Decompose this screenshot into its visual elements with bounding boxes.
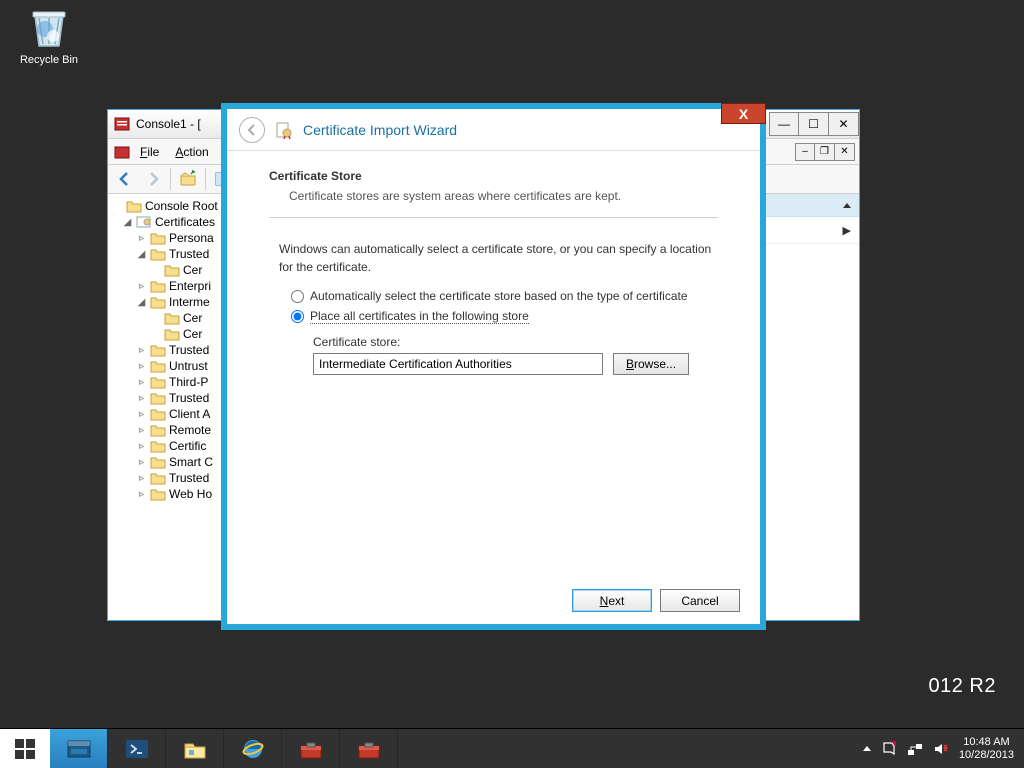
- taskbar-mmc1[interactable]: [282, 729, 340, 768]
- taskbar-server-manager[interactable]: [50, 729, 108, 768]
- system-tray[interactable]: 10:48 AM 10/28/2013: [853, 729, 1024, 768]
- mdi-minimize[interactable]: –: [795, 143, 815, 161]
- store-label: Certificate store:: [313, 335, 718, 349]
- radio-auto-input[interactable]: [291, 290, 304, 303]
- minimize-button[interactable]: —: [769, 112, 799, 136]
- menu-action[interactable]: Action: [169, 143, 214, 161]
- wizard-back-button[interactable]: [239, 117, 265, 143]
- next-button[interactable]: Next: [572, 589, 652, 612]
- collapse-icon: [843, 203, 851, 208]
- nav-forward-button[interactable]: [140, 167, 166, 191]
- taskbar-mmc2[interactable]: [340, 729, 398, 768]
- toolbox-icon: [355, 735, 383, 763]
- server-manager-icon: [65, 735, 93, 763]
- nav-back-button[interactable]: [112, 167, 138, 191]
- wizard-close-button[interactable]: X: [721, 103, 766, 124]
- os-watermark: 012 R2: [929, 675, 997, 698]
- radio-place-all[interactable]: Place all certificates in the following …: [269, 306, 718, 327]
- taskbar-ie[interactable]: [224, 729, 282, 768]
- maximize-button[interactable]: ☐: [799, 112, 829, 136]
- mdi-restore[interactable]: ❐: [815, 143, 835, 161]
- section-description: Windows can automatically select a certi…: [269, 240, 718, 276]
- wizard-body: Certificate Store Certificate stores are…: [227, 151, 760, 385]
- recycle-bin[interactable]: Recycle Bin: [14, 4, 84, 66]
- mmc-title-text: Console1 - [: [136, 117, 201, 131]
- taskbar: 10:48 AM 10/28/2013: [0, 728, 1024, 768]
- internet-explorer-icon: [239, 735, 267, 763]
- start-button[interactable]: [0, 729, 50, 768]
- taskbar-powershell[interactable]: [108, 729, 166, 768]
- radio-auto-select[interactable]: Automatically select the certificate sto…: [269, 286, 718, 306]
- recycle-bin-label: Recycle Bin: [20, 54, 78, 66]
- file-menu-icon: [114, 145, 130, 159]
- certificate-store-input[interactable]: [313, 353, 603, 375]
- tray-clock[interactable]: 10:48 AM 10/28/2013: [959, 736, 1014, 762]
- certificate-icon: [275, 121, 293, 139]
- mdi-close[interactable]: ✕: [835, 143, 855, 161]
- action-center-icon[interactable]: [881, 741, 897, 757]
- wizard-window: X Certificate Import Wizard Certificate …: [221, 103, 766, 630]
- powershell-icon: [123, 735, 151, 763]
- toolbox-icon: [297, 735, 325, 763]
- file-explorer-icon: [181, 735, 209, 763]
- taskbar-explorer[interactable]: [166, 729, 224, 768]
- separator: [269, 217, 718, 218]
- radio-place-input[interactable]: [291, 310, 304, 323]
- section-subtitle: Certificate stores are system areas wher…: [289, 189, 718, 203]
- mmc-app-icon: [114, 116, 130, 132]
- tray-show-hidden-icon[interactable]: [863, 746, 871, 751]
- cancel-button[interactable]: Cancel: [660, 589, 740, 612]
- close-button[interactable]: ✕: [829, 112, 859, 136]
- menu-file[interactable]: FFileile: [134, 143, 165, 161]
- chevron-right-icon: ▶: [843, 224, 851, 237]
- network-icon[interactable]: [907, 741, 923, 757]
- wizard-title: Certificate Import Wizard: [303, 122, 457, 138]
- nav-up-button[interactable]: [175, 167, 201, 191]
- wizard-header: Certificate Import Wizard: [227, 109, 760, 151]
- section-title: Certificate Store: [269, 169, 718, 183]
- windows-logo-icon: [14, 738, 36, 760]
- browse-button[interactable]: BBrowse...rowse...: [613, 353, 689, 375]
- volume-icon[interactable]: [933, 741, 949, 757]
- recycle-bin-icon: [25, 4, 73, 52]
